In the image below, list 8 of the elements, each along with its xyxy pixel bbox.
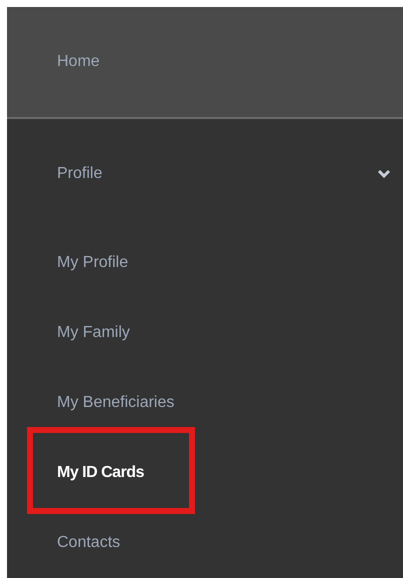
home-link[interactable]: Home (7, 7, 403, 119)
chevron-icon (377, 168, 391, 178)
menu-item[interactable]: Contacts (7, 508, 403, 578)
profile-menu-header[interactable]: Profile (7, 119, 403, 228)
menu-item[interactable]: My Beneficiaries (7, 368, 403, 438)
menu-item[interactable]: My Family (7, 298, 403, 368)
menu-item[interactable]: My ID Cards (7, 438, 403, 508)
menu-item[interactable]: My Profile (7, 228, 403, 298)
